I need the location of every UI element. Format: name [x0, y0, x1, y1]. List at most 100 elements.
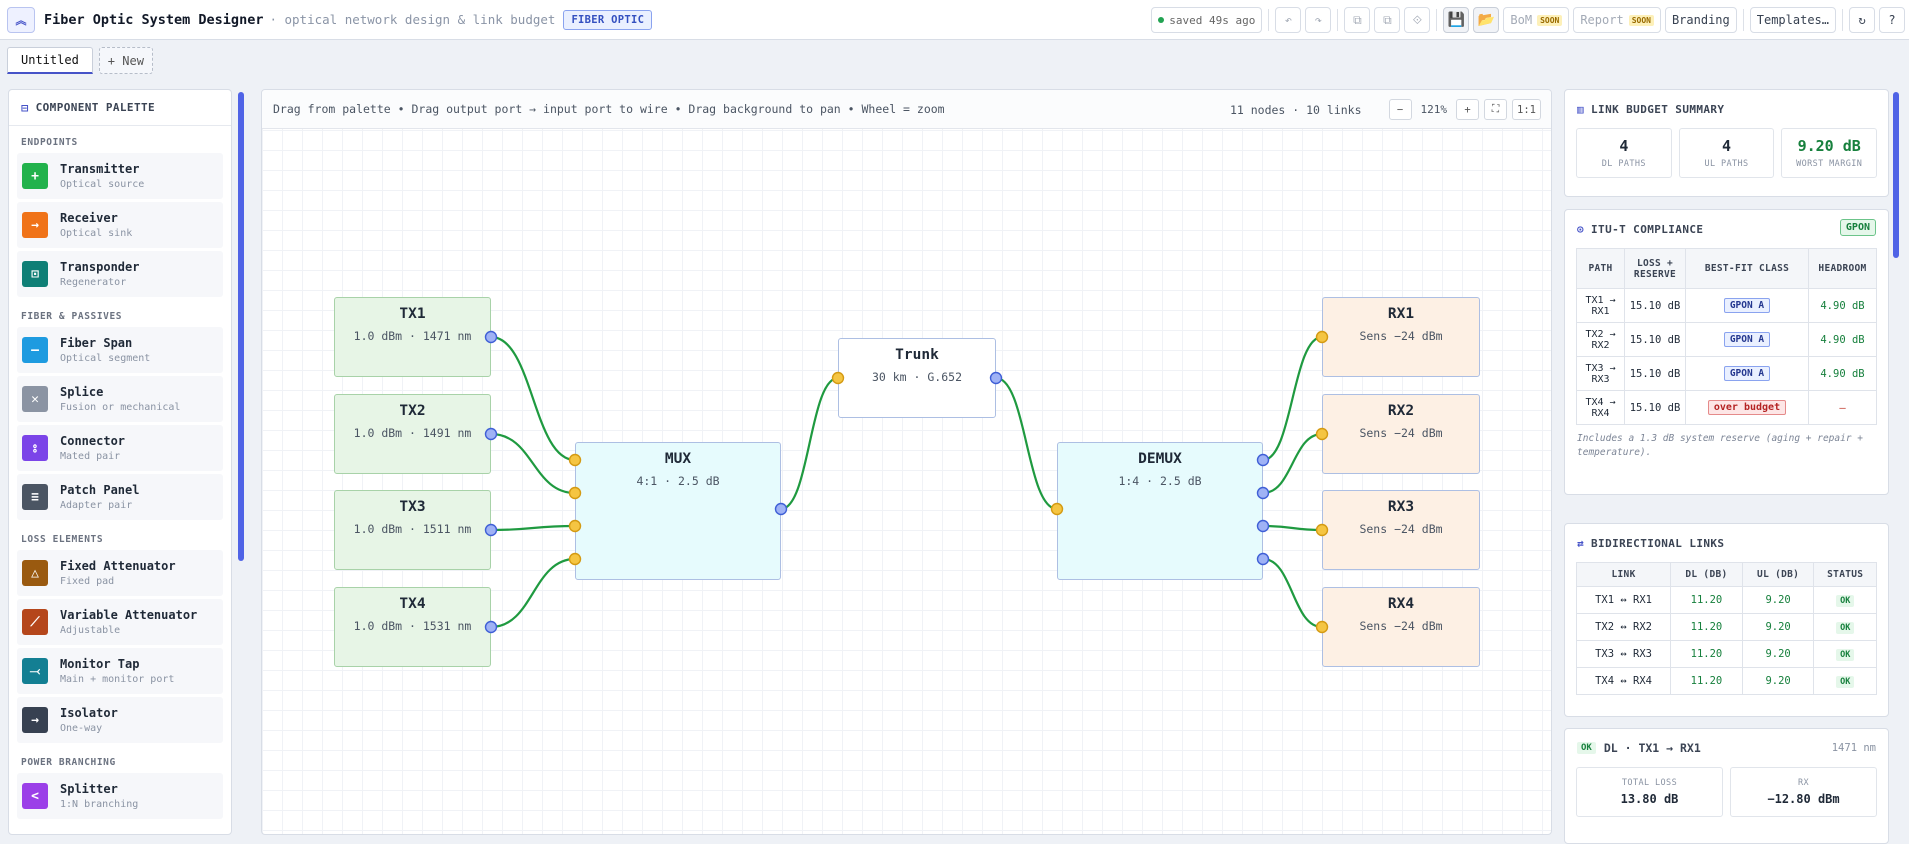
patch-panel-icon: ≡ — [22, 484, 48, 510]
delete-button[interactable]: ⟐ — [1404, 7, 1431, 33]
zoom-out-button[interactable]: − — [1388, 99, 1412, 120]
fit-view-button[interactable]: ⛶ — [1484, 99, 1508, 120]
wire-trunk-demux[interactable] — [995, 376, 1058, 511]
redo-button[interactable]: ↷ — [1305, 7, 1332, 33]
wire-tx3-mux[interactable] — [490, 524, 576, 532]
tab-untitled[interactable]: Untitled — [7, 47, 93, 74]
node-tx1[interactable]: TX1 1.0 dBm · 1471 nm — [334, 297, 491, 377]
palette-icon: ⊟ — [21, 100, 29, 115]
palette-item-name: Transponder — [60, 260, 140, 274]
bom-button[interactable]: BoM SOON — [1503, 7, 1570, 33]
node-rx2[interactable]: RX2 Sens −24 dBm — [1322, 394, 1480, 474]
node-rx1[interactable]: RX1 Sens −24 dBm — [1322, 297, 1480, 377]
wire-demux-rx1[interactable] — [1262, 335, 1323, 462]
loss-cell: 15.10 dB — [1624, 390, 1686, 425]
copy-button[interactable]: ⧉ — [1344, 7, 1371, 33]
app-logo-icon[interactable]: ︽ — [7, 6, 35, 33]
palette-item-name: Splitter — [60, 782, 118, 796]
wire-demux-rx2[interactable] — [1262, 432, 1323, 495]
palette-item-splitter[interactable]: < Splitter 1:N branching — [17, 773, 223, 819]
stat-worst-margin: 9.20 dB WORST MARGIN — [1781, 128, 1878, 178]
right-panel-scrollbar[interactable] — [1893, 92, 1899, 258]
palette-item-transmitter[interactable]: + Transmitter Optical source — [17, 153, 223, 199]
node-tx2[interactable]: TX2 1.0 dBm · 1491 nm — [334, 394, 491, 474]
link-cell: TX4 ↔ RX4 — [1575, 667, 1672, 695]
wire-tx2-mux[interactable] — [490, 432, 576, 495]
status-badge: OK — [1836, 675, 1855, 688]
node-trunk[interactable]: Trunk 30 km · G.652 — [838, 338, 996, 418]
gpon-badge: GPON — [1839, 219, 1876, 236]
variable-attenuator-icon: ⟋ — [22, 609, 48, 635]
reset-zoom-button[interactable]: 1:1 — [1512, 99, 1541, 120]
node-tx3[interactable]: TX3 1.0 dBm · 1511 nm — [334, 490, 491, 570]
path-cell: TX3 → RX3 — [1576, 356, 1625, 391]
new-tab-button[interactable]: + New — [98, 47, 153, 74]
palette-item-name: Isolator — [60, 706, 118, 720]
palette-item-variable-attenuator[interactable]: ⟋ Variable Attenuator Adjustable — [17, 599, 223, 645]
wire-demux-rx4[interactable] — [1262, 557, 1323, 629]
palette-section-label: FIBER & PASSIVES — [21, 311, 123, 322]
branding-button[interactable]: Branding — [1664, 7, 1737, 33]
palette-item-desc: Mated pair — [60, 451, 121, 462]
compliance-row: TX1 → RX1 15.10 dB GPON A 4.90 dB — [1576, 288, 1877, 323]
dl-cell: 11.20 — [1670, 640, 1743, 668]
design-canvas[interactable]: Drag from palette • Drag output port → i… — [261, 89, 1552, 835]
itu-compliance-card: ⊙ ITU-T COMPLIANCE GPON PATH LOSS + RESER… — [1564, 209, 1889, 495]
palette-item-isolator[interactable]: → Isolator One-way — [17, 697, 223, 743]
compliance-row: TX3 → RX3 15.10 dB GPON A 4.90 dB — [1576, 356, 1877, 391]
paste-button[interactable]: ⧉ — [1374, 7, 1401, 33]
wire-mux-trunk[interactable] — [780, 376, 839, 511]
status-badge: OK — [1836, 594, 1855, 607]
node-rx3[interactable]: RX3 Sens −24 dBm — [1322, 490, 1480, 570]
palette-item-name: Splice — [60, 385, 104, 399]
palette-item-name: Transmitter — [60, 162, 140, 176]
tap-icon: ⤙ — [22, 658, 48, 684]
node-rx4[interactable]: RX4 Sens −24 dBm — [1322, 587, 1480, 667]
refresh-button[interactable]: ↻ — [1849, 7, 1875, 33]
zoom-level: 121% — [1420, 103, 1448, 116]
zoom-in-button[interactable]: + — [1456, 99, 1480, 120]
palette-item-receiver[interactable]: → Receiver Optical sink — [17, 202, 223, 248]
bar-chart-icon: ▥ — [1577, 102, 1585, 116]
app-title: Fiber Optic System Designer — [44, 11, 264, 28]
palette-item-name: Patch Panel — [60, 483, 140, 497]
report-button[interactable]: Report SOON — [1573, 7, 1661, 33]
splitter-icon: < — [22, 783, 48, 809]
path-wavelength: 1471 nm — [1831, 742, 1876, 754]
headroom-cell: 4.90 dB — [1808, 288, 1877, 323]
node-mux[interactable]: MUX 4:1 · 2.5 dB — [575, 442, 781, 580]
wire-demux-rx3[interactable] — [1262, 524, 1323, 532]
wire-tx1-mux[interactable] — [490, 335, 576, 462]
palette-item-fiber-span[interactable]: — Fiber Span Optical segment — [17, 327, 223, 373]
swap-arrows-icon: ⇄ — [1577, 536, 1585, 550]
save-button[interactable]: 💾 — [1443, 7, 1470, 33]
palette-scrollbar[interactable] — [238, 92, 244, 561]
templates-button[interactable]: Templates… — [1749, 7, 1836, 33]
dl-cell: 11.20 — [1670, 613, 1743, 641]
open-button[interactable]: 📂 — [1473, 7, 1500, 33]
undo-button[interactable]: ↶ — [1275, 7, 1302, 33]
palette-item-connector[interactable]: ⦂ Connector Mated pair — [17, 425, 223, 471]
canvas-hint: Drag from palette • Drag output port → i… — [273, 102, 945, 116]
domain-badge: FIBER OPTIC — [563, 9, 653, 30]
palette-item-patch-panel[interactable]: ≡ Patch Panel Adapter pair — [17, 474, 223, 520]
right-panel: ▥ LINK BUDGET SUMMARY 4 DL PATHS 4 UL PATHS… — [1564, 89, 1889, 844]
path-status-badge: OK — [1577, 742, 1596, 754]
palette-item-splice[interactable]: ✕ Splice Fusion or mechanical — [17, 376, 223, 422]
palette-item-desc: Main + monitor port — [60, 674, 175, 685]
path-cell: TX2 → RX2 — [1576, 322, 1625, 357]
palette-item-desc: Fusion or mechanical — [60, 402, 181, 413]
wire-tx4-mux[interactable] — [490, 557, 576, 629]
node-demux[interactable]: DEMUX 1:4 · 2.5 dB — [1057, 442, 1263, 580]
help-button[interactable]: ? — [1879, 7, 1905, 33]
class-badge: GPON A — [1723, 298, 1771, 313]
palette-item-fixed-attenuator[interactable]: △ Fixed Attenuator Fixed pad — [17, 550, 223, 596]
transponder-icon: ⊡ — [22, 261, 48, 287]
compliance-note: Includes a 1.3 dB system reserve (aging … — [1577, 433, 1863, 458]
class-badge: over budget — [1707, 400, 1787, 415]
palette-item-monitor-tap[interactable]: ⤙ Monitor Tap Main + monitor port — [17, 648, 223, 694]
node-tx4[interactable]: TX4 1.0 dBm · 1531 nm — [334, 587, 491, 667]
class-badge: GPON A — [1723, 332, 1771, 347]
palette-item-transponder[interactable]: ⊡ Transponder Regenerator — [17, 251, 223, 297]
bidir-table: LINK DL (DB) UL (DB) STATUS TX1 ↔ RX1 11.… — [1575, 562, 1877, 695]
